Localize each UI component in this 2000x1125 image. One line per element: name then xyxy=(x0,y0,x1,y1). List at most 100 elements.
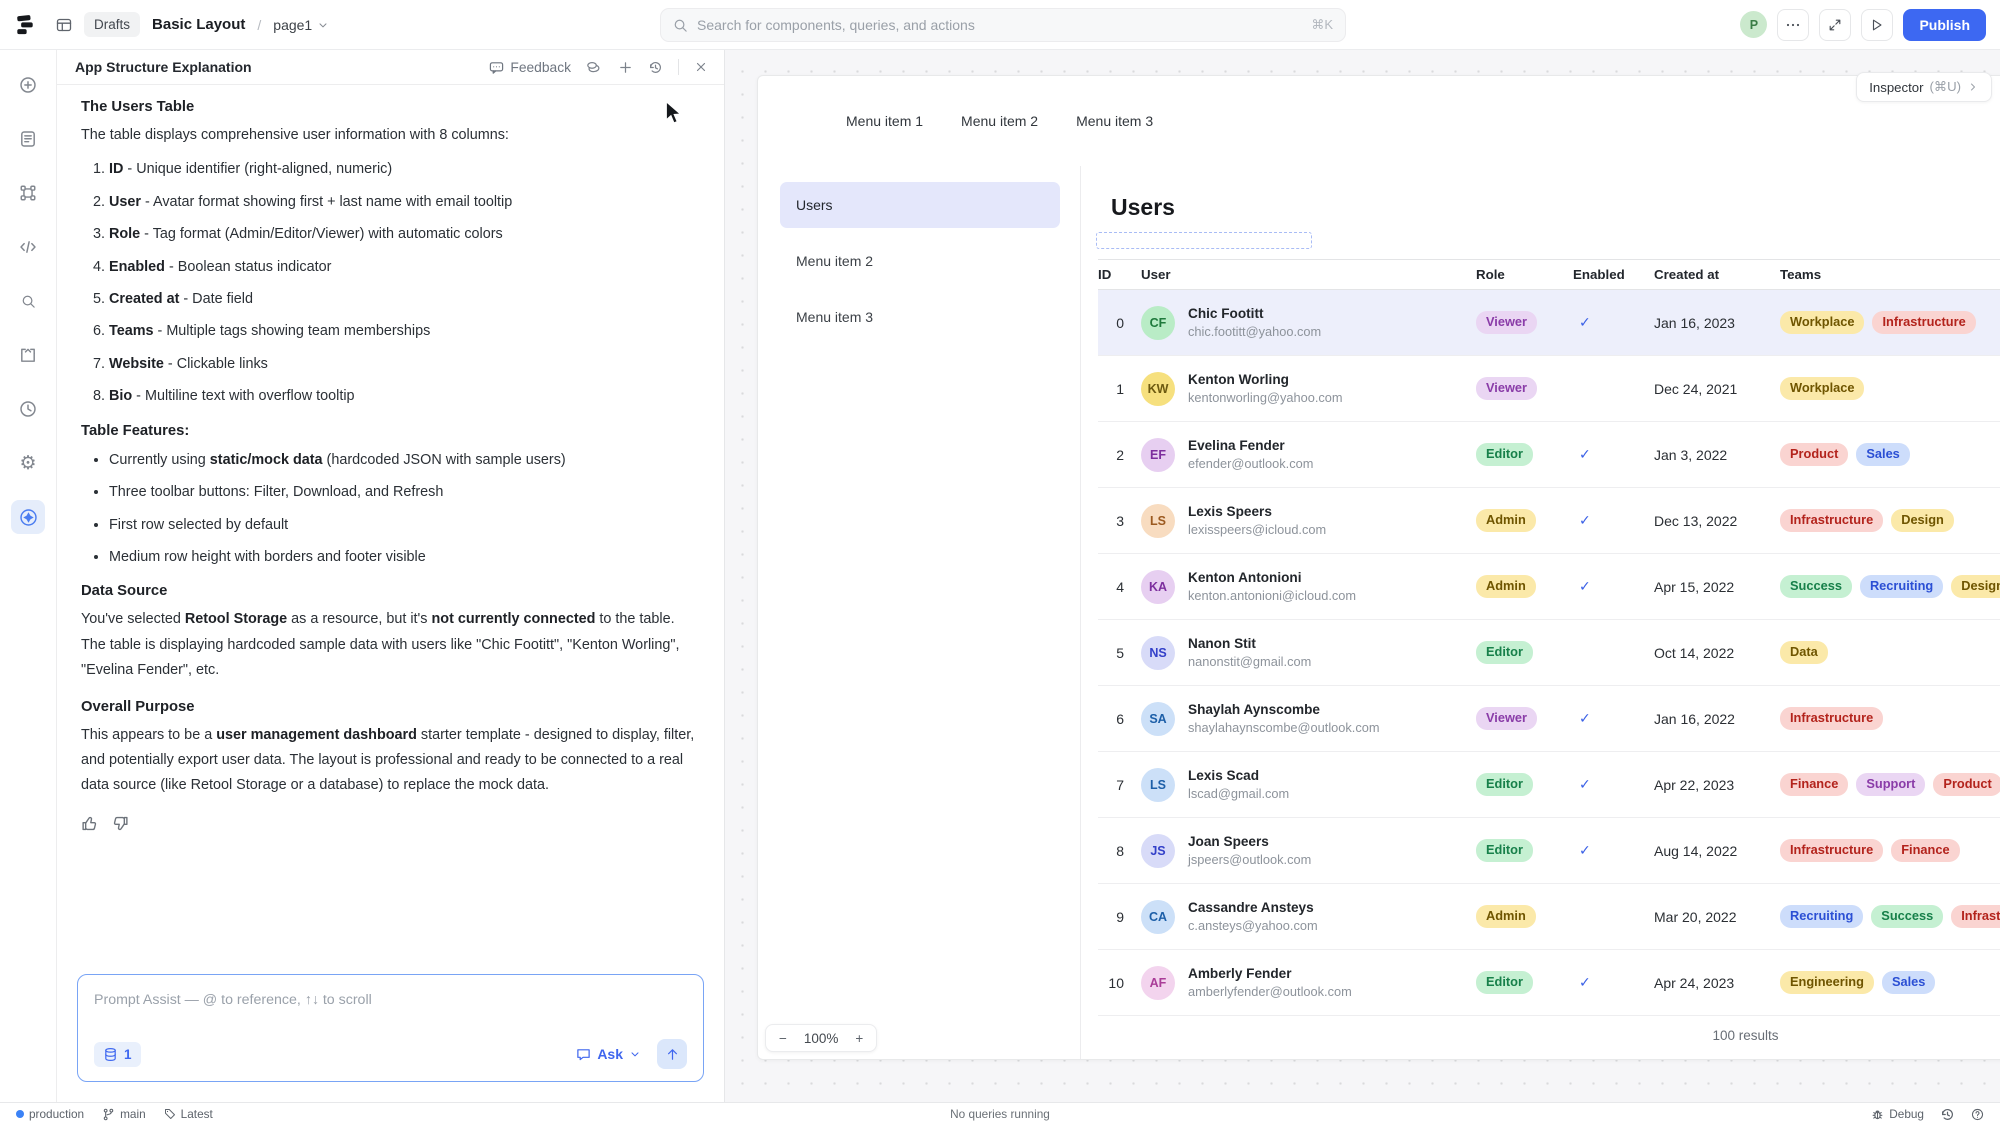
page-selector[interactable]: page1 xyxy=(273,17,329,33)
more-options-button[interactable] xyxy=(1777,9,1809,41)
user-name: Joan Speers xyxy=(1188,834,1311,849)
avatar: SA xyxy=(1141,702,1175,736)
search-icon[interactable] xyxy=(11,284,45,318)
cell-teams: SuccessRecruitingDesign xyxy=(1780,575,2000,598)
column-header[interactable]: Role xyxy=(1476,267,1573,282)
team-tag: Infrastructure xyxy=(1780,509,1883,532)
history-icon[interactable] xyxy=(11,392,45,426)
components-icon[interactable] xyxy=(11,176,45,210)
bug-icon xyxy=(1871,1108,1884,1121)
ai-text-block: The table displays comprehensive user in… xyxy=(81,123,700,148)
zoom-in-button[interactable]: + xyxy=(855,1031,863,1046)
user-avatar[interactable]: P xyxy=(1740,11,1767,38)
cell-teams: Data xyxy=(1780,641,1828,664)
table-row[interactable]: 9CACassandre Ansteysc.ansteys@yahoo.comA… xyxy=(1098,884,2000,950)
app-nav-item-users[interactable]: Users xyxy=(780,182,1060,228)
user-email: c.ansteys@yahoo.com xyxy=(1188,918,1318,933)
app-nav-item-menu-item-2[interactable]: Menu item 2 xyxy=(780,238,1060,284)
column-header[interactable]: Enabled xyxy=(1573,267,1654,282)
selection-handle[interactable] xyxy=(1096,232,1312,249)
column-header[interactable]: User xyxy=(1141,267,1476,282)
column-header[interactable]: ID xyxy=(1098,267,1141,282)
cell-teams: Workplace xyxy=(1780,377,1864,400)
user-name: Cassandre Ansteys xyxy=(1188,900,1318,915)
team-tag: Sales xyxy=(1882,971,1935,994)
app-menu-item[interactable]: Menu item 1 xyxy=(846,113,923,129)
cell-created-at: Apr 22, 2023 xyxy=(1654,777,1780,793)
table-row[interactable]: 8JSJoan Speersjspeers@outlook.comEditor✓… xyxy=(1098,818,2000,884)
breadcrumb-separator: / xyxy=(257,17,261,33)
app-main: Users IDUserRoleEnabledCreated atTeams 0… xyxy=(1080,166,2000,1059)
check-icon: ✓ xyxy=(1579,314,1591,330)
column-header[interactable]: Teams xyxy=(1780,267,1821,282)
cell-role: Admin xyxy=(1476,509,1573,532)
global-search-input[interactable]: Search for components, queries, and acti… xyxy=(660,8,1346,42)
prompt-assist-input[interactable]: Prompt Assist — @ to reference, ↑↓ to sc… xyxy=(77,974,704,1082)
fullscreen-button[interactable] xyxy=(1819,9,1851,41)
table-row[interactable]: 4KAKenton Antonionikenton.antonioni@iclo… xyxy=(1098,554,2000,620)
debug-button[interactable]: Debug xyxy=(1871,1107,1924,1121)
retool-logo-icon[interactable] xyxy=(14,14,36,36)
table-row[interactable]: 2EFEvelina Fenderefender@outlook.comEdit… xyxy=(1098,422,2000,488)
user-name: Kenton Worling xyxy=(1188,372,1343,387)
help-button[interactable] xyxy=(1971,1108,1984,1121)
thumbs-down-button[interactable] xyxy=(112,815,129,832)
cell-created-at: Mar 20, 2022 xyxy=(1654,909,1780,925)
app-nav-item-menu-item-3[interactable]: Menu item 3 xyxy=(780,294,1060,340)
table-row[interactable]: 0CFChic Footittchic.footitt@yahoo.comVie… xyxy=(1098,290,2000,356)
table-row[interactable]: 10AFAmberly Fenderamberlyfender@outlook.… xyxy=(1098,950,2000,1016)
zoom-level[interactable]: 100% xyxy=(804,1031,839,1046)
app-name[interactable]: Basic Layout xyxy=(152,16,245,33)
table-row[interactable]: 1KWKenton Worlingkentonworling@yahoo.com… xyxy=(1098,356,2000,422)
threads-icon[interactable] xyxy=(586,60,603,74)
inspector-button[interactable]: Inspector (⌘U) xyxy=(1856,72,1992,102)
pages-icon[interactable] xyxy=(11,122,45,156)
layout-panels-toggle-icon[interactable] xyxy=(56,17,72,33)
column-header[interactable]: Created at xyxy=(1654,267,1780,282)
team-tag: Product xyxy=(1780,443,1848,466)
context-count-badge[interactable]: 1 xyxy=(94,1042,141,1067)
environment-selector[interactable]: production xyxy=(16,1107,84,1121)
cell-user: CACassandre Ansteysc.ansteys@yahoo.com xyxy=(1141,900,1476,934)
app-preview: Menu item 1 Menu item 2 Menu item 3 Users M… xyxy=(757,75,2000,1060)
page-title[interactable]: Users xyxy=(1111,194,2000,221)
table-row[interactable]: 5NSNanon Stitnanonstit@gmail.comEditorOc… xyxy=(1098,620,2000,686)
cell-created-at: Oct 14, 2022 xyxy=(1654,645,1780,661)
releases-icon[interactable] xyxy=(11,338,45,372)
cell-user: LSLexis Speerslexisspeers@icloud.com xyxy=(1141,504,1476,538)
database-icon xyxy=(103,1047,118,1062)
version-selector[interactable]: Latest xyxy=(164,1107,213,1121)
close-icon[interactable] xyxy=(694,60,708,74)
send-button[interactable] xyxy=(657,1039,687,1069)
publish-button[interactable]: Publish xyxy=(1903,9,1986,41)
feedback-button[interactable]: Feedback xyxy=(489,60,571,75)
code-icon[interactable] xyxy=(11,230,45,264)
team-tag: Engineering xyxy=(1780,971,1874,994)
ai-assistant-icon[interactable] xyxy=(11,500,45,534)
table-row[interactable]: 7LSLexis Scadlscad@gmail.comEditor✓Apr 2… xyxy=(1098,752,2000,818)
table-row[interactable]: 6SAShaylah Aynscombeshaylahaynscombe@out… xyxy=(1098,686,2000,752)
thumbs-up-button[interactable] xyxy=(81,815,98,832)
avatar: EF xyxy=(1141,438,1175,472)
settings-icon[interactable]: ⚙ xyxy=(11,446,45,480)
table-row[interactable]: 3LSLexis Speerslexisspeers@icloud.comAdm… xyxy=(1098,488,2000,554)
canvas[interactable]: Inspector (⌘U) Menu item 1Menu item 2Men… xyxy=(725,50,2000,1102)
ask-mode-selector[interactable]: Ask xyxy=(576,1046,641,1062)
avatar: JS xyxy=(1141,834,1175,868)
app-menu-item[interactable]: Menu item 3 xyxy=(1076,113,1153,129)
app-menu-item[interactable]: Menu item 2 xyxy=(961,113,1038,129)
cell-role: Editor xyxy=(1476,773,1573,796)
cell-enabled: ✓ xyxy=(1573,776,1654,794)
chat-history-icon[interactable] xyxy=(648,60,663,75)
tag-icon xyxy=(164,1108,176,1120)
avatar: LS xyxy=(1141,768,1175,802)
zoom-out-button[interactable]: − xyxy=(779,1031,787,1046)
cell-id: 0 xyxy=(1098,315,1124,331)
preview-button[interactable] xyxy=(1861,9,1893,41)
drafts-badge[interactable]: Drafts xyxy=(84,12,140,37)
search-icon xyxy=(673,18,688,33)
branch-selector[interactable]: main xyxy=(102,1107,146,1121)
add-component-icon[interactable] xyxy=(11,68,45,102)
history-button[interactable] xyxy=(1940,1107,1955,1122)
new-chat-icon[interactable] xyxy=(618,60,633,75)
